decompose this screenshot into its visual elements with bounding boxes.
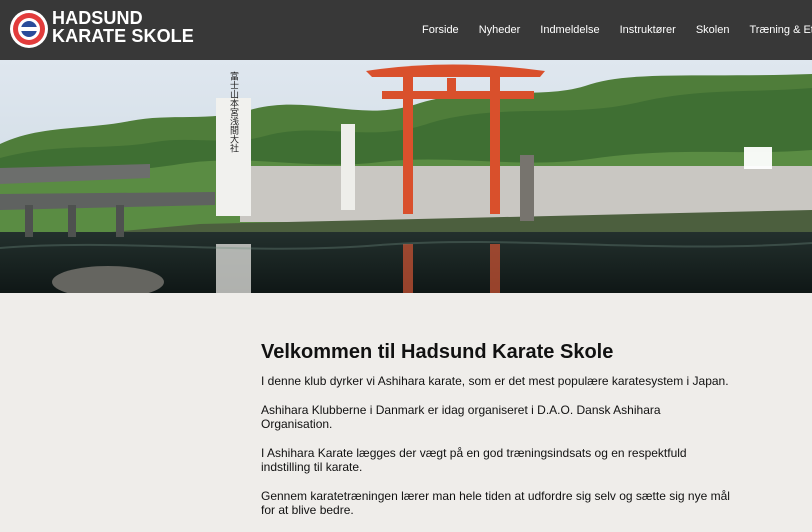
welcome-heading: Velkommen til Hadsund Karate Skole — [261, 341, 614, 363]
nav-skolen[interactable]: Skolen — [696, 24, 730, 36]
nav-nyheder[interactable]: Nyheder — [479, 24, 521, 36]
paragraph-goals: Gennem karatetræningen lærer man hele ti… — [261, 489, 730, 517]
site-brand[interactable]: HADSUND KARATE SKOLE — [52, 9, 194, 45]
nav-indmeldelse[interactable]: Indmeldelse — [540, 24, 599, 36]
brand-line-1: HADSUND — [52, 8, 143, 28]
club-emblem-icon — [10, 10, 48, 48]
club-logo[interactable] — [9, 9, 49, 49]
paragraph-organisation: Ashihara Klubberne i Danmark er idag org… — [261, 403, 661, 431]
pillar-inscription: 富士山本宮浅間大社 — [228, 70, 239, 153]
site-header: HADSUND KARATE SKOLE Forside Nyheder Ind… — [0, 0, 812, 60]
nav-instruktoerer[interactable]: Instruktører — [620, 24, 676, 36]
shrine-scene-image: 富士山本宮浅間大社 — [0, 60, 812, 293]
paragraph-training-values: I Ashihara Karate lægges der vægt på en … — [261, 446, 687, 474]
nav-forside[interactable]: Forside — [422, 24, 459, 36]
paragraph-intro: I denne klub dyrker vi Ashihara karate, … — [261, 374, 729, 388]
welcome-section: Velkommen til Hadsund Karate Skole I den… — [261, 340, 731, 532]
nav-traening-etiket[interactable]: Træning & Etiket — [749, 24, 812, 36]
hero-image: 富士山本宮浅間大社 — [0, 60, 812, 293]
main-navigation: Forside Nyheder Indmeldelse Instruktører… — [412, 0, 812, 60]
brand-line-2: KARATE SKOLE — [52, 26, 194, 46]
